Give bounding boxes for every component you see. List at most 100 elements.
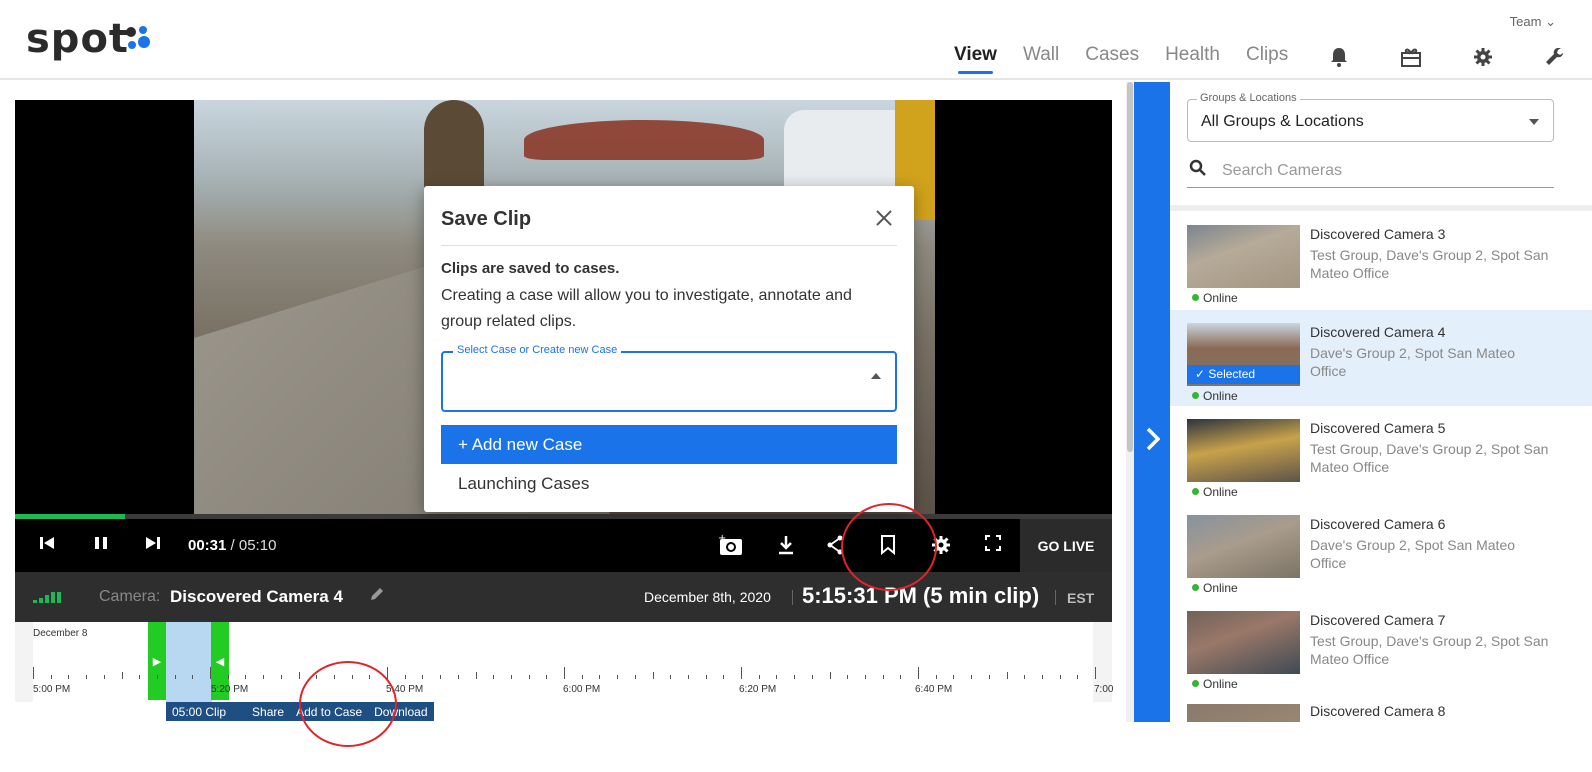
timezone-label: EST (1067, 590, 1095, 606)
team-label: Team (1509, 14, 1542, 29)
timeline-tick (705, 675, 707, 679)
timeline-tick (794, 675, 796, 679)
fullscreen-icon[interactable] (985, 535, 1001, 556)
collapse-sidebar-button[interactable] (1134, 82, 1170, 722)
timeline-tick (971, 675, 973, 679)
timeline-tick (422, 675, 424, 679)
timeline-tick (475, 672, 477, 679)
app-header: spot Team ⌄ View Wall Cases Health Clips (0, 0, 1592, 80)
check-icon: ✓ (1195, 367, 1206, 381)
timeline-tick (1006, 672, 1008, 679)
chevron-down-icon: ⌄ (1545, 14, 1556, 29)
search-placeholder: Search Cameras (1222, 162, 1343, 179)
online-dot-icon (1192, 584, 1199, 592)
timeline-tick (528, 675, 530, 679)
online-dot-icon (1192, 392, 1199, 400)
snapshot-icon[interactable]: + (718, 533, 744, 562)
modal-title: Save Clip (441, 208, 532, 230)
save-clip-modal: Save Clip Clips are saved to cases. Crea… (424, 186, 914, 512)
chevron-up-icon (871, 373, 881, 379)
camera-groups: Dave's Group 2, Spot San Mateo Office (1310, 537, 1516, 571)
camera-thumbnail (1187, 611, 1300, 674)
nav-health[interactable]: Health (1165, 44, 1220, 66)
camera-list-item[interactable]: Discovered Camera 5 Test Group, Dave's G… (1170, 406, 1592, 502)
camera-title: Discovered Camera 7 (1310, 612, 1446, 628)
camera-info-bar: Camera: Discovered Camera 4 December 8th… (15, 572, 1112, 622)
nav-view[interactable]: View (954, 44, 997, 74)
team-menu[interactable]: Team ⌄ (1510, 14, 1556, 30)
nav-cases[interactable]: Cases (1085, 44, 1139, 66)
spot-logo[interactable]: spot (26, 16, 129, 62)
camera-groups: Test Group, Dave's Group 2, Spot San Mat… (1310, 441, 1549, 475)
timeline-tick (652, 672, 654, 679)
add-new-case-option[interactable]: + Add new Case (441, 425, 897, 464)
edit-pencil-icon[interactable] (369, 586, 385, 607)
wrench-icon[interactable] (1542, 44, 1568, 70)
gift-icon[interactable] (1398, 44, 1424, 70)
pause-icon[interactable] (93, 535, 109, 556)
header-icons (1326, 44, 1592, 70)
modal-body-text: Creating a case will allow you to invest… (441, 287, 852, 330)
launching-cases-option[interactable]: Launching Cases (441, 464, 897, 503)
svg-text:+: + (718, 533, 726, 544)
timeline-tick (121, 672, 123, 679)
gear-icon[interactable] (1470, 44, 1496, 70)
timeline-label: 6:40 PM (915, 684, 953, 695)
timeline-label: 6:20 PM (739, 684, 777, 695)
timeline-label: 5:00 PM (33, 684, 71, 695)
camera-status-text: Online (1203, 485, 1238, 499)
camera-list-item[interactable]: Discovered Camera 6 Dave's Group 2, Spot… (1170, 502, 1592, 598)
share-clip-link[interactable]: Share (232, 705, 290, 719)
separator (792, 590, 793, 605)
clip-selection-range[interactable] (166, 622, 212, 702)
timeline-tick (546, 675, 548, 679)
timeline-tick (440, 675, 442, 679)
skip-forward-icon[interactable] (145, 535, 161, 556)
groups-locations-select[interactable]: Groups & Locations All Groups & Location… (1187, 92, 1554, 142)
timeline[interactable]: December 8 ▶ ◀ 5:00 PM 5:20 PM 5:40 PM 6… (15, 622, 1113, 702)
modal-heading-text: Clips are saved to cases. (441, 260, 620, 277)
camera-list-item[interactable]: Discovered Camera 8 (1170, 694, 1592, 722)
timeline-tick (280, 675, 282, 679)
camera-list-item[interactable]: Discovered Camera 7 Test Group, Dave's G… (1170, 598, 1592, 694)
camera-status: Online (1192, 291, 1238, 305)
nav-clips[interactable]: Clips (1246, 44, 1288, 66)
clip-start-handle[interactable]: ▶ (148, 622, 166, 700)
clip-length-label: 05:00 Clip (166, 704, 233, 719)
timeline-tick (1024, 675, 1026, 679)
timeline-tick (298, 672, 300, 679)
selected-badge: ✓ Selected (1187, 365, 1300, 384)
case-select-field[interactable]: Select Case or Create new Case (441, 344, 897, 412)
download-icon[interactable] (777, 535, 795, 560)
camera-thumbnail (1187, 225, 1300, 288)
camera-status: Online (1192, 581, 1238, 595)
go-live-button[interactable]: GO LIVE (1020, 519, 1112, 572)
playback-time: 00:31 / 05:10 (188, 537, 276, 554)
timeline-tick (245, 675, 247, 679)
timeline-tick (227, 675, 229, 679)
timeline-tick (900, 675, 902, 679)
timeline-tick (192, 675, 194, 679)
close-icon[interactable] (876, 206, 892, 232)
timeline-tick (263, 675, 265, 679)
timeline-tick (68, 675, 70, 679)
timeline-tick (953, 675, 955, 679)
scrollbar-thumb[interactable] (1127, 82, 1133, 452)
case-select-label: Select Case or Create new Case (453, 344, 622, 356)
search-cameras-input[interactable]: Search Cameras (1187, 155, 1554, 188)
timeline-tick (33, 667, 34, 679)
timeline-date: December 8 (33, 628, 88, 639)
nav-wall[interactable]: Wall (1023, 44, 1059, 66)
camera-list-item[interactable]: Discovered Camera 3 Test Group, Dave's G… (1170, 212, 1592, 308)
timeline-tick (139, 675, 141, 679)
bell-icon[interactable] (1326, 44, 1352, 70)
camera-list-item-selected[interactable]: ✓ Selected Discovered Camera 4 Dave's Gr… (1170, 310, 1592, 406)
timeline-tick (864, 675, 866, 679)
timeline-tick (776, 675, 778, 679)
timeline-tick (811, 675, 813, 679)
camera-groups: Test Group, Dave's Group 2, Spot San Mat… (1310, 247, 1549, 281)
timeline-tick (847, 675, 849, 679)
timeline-tick (50, 675, 52, 679)
skip-back-icon[interactable] (39, 535, 55, 556)
timeline-tick (493, 675, 495, 679)
